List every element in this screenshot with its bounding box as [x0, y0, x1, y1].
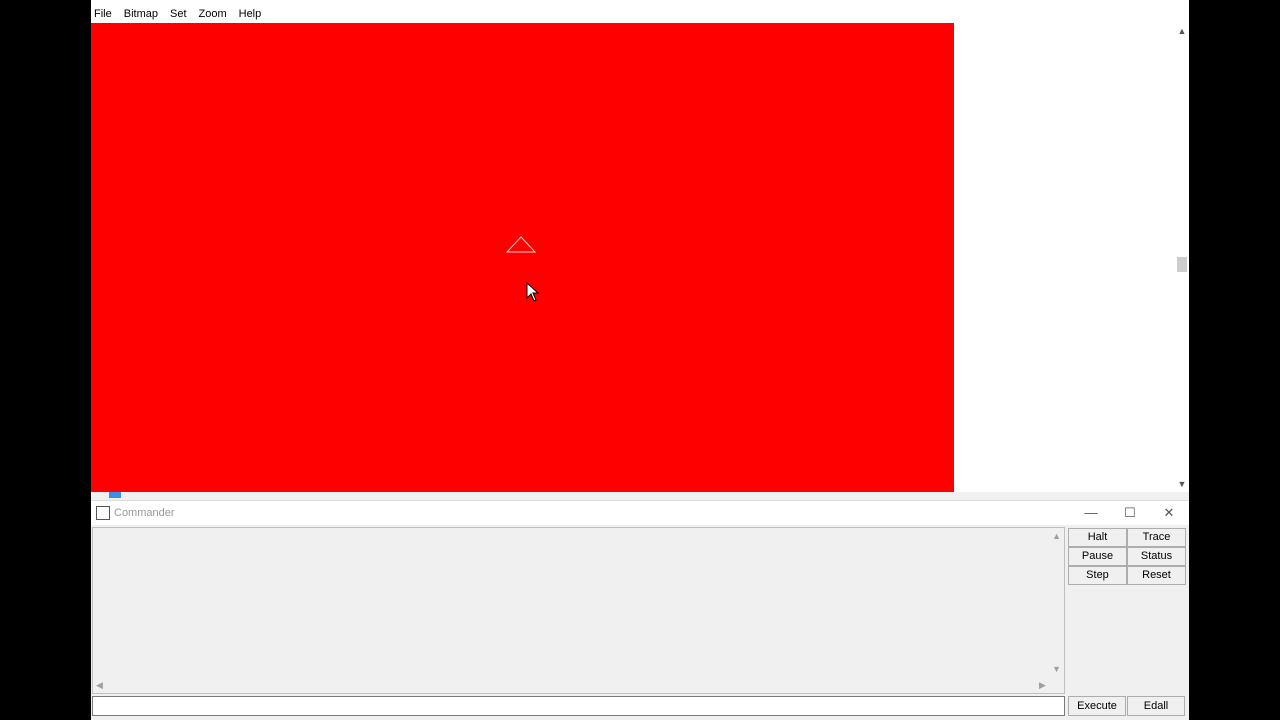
command-input[interactable] [92, 696, 1065, 716]
mouse-pointer-icon [526, 282, 540, 302]
command-button-grid: Halt Trace Pause Status Step Reset [1068, 528, 1186, 585]
maximize-icon[interactable]: ☐ [1115, 503, 1145, 523]
menu-file[interactable]: File [91, 5, 115, 23]
commander-title: Commander [114, 507, 175, 519]
reset-button[interactable]: Reset [1127, 566, 1186, 585]
output-scroll-right-icon[interactable]: ▶ [1039, 680, 1046, 691]
execute-button[interactable]: Execute [1068, 696, 1126, 716]
scroll-indicator [109, 492, 121, 498]
pause-button[interactable]: Pause [1068, 547, 1127, 566]
output-scroll-down-icon[interactable]: ▼ [1052, 664, 1061, 674]
edall-button[interactable]: Edall [1127, 696, 1185, 716]
minimize-icon[interactable]: — [1076, 503, 1106, 523]
horizontal-strip [91, 492, 1189, 500]
turtle-icon [506, 236, 536, 253]
status-button[interactable]: Status [1127, 547, 1186, 566]
trace-button[interactable]: Trace [1127, 528, 1186, 547]
menu-zoom[interactable]: Zoom [196, 5, 230, 23]
menu-bitmap[interactable]: Bitmap [121, 5, 161, 23]
drawing-canvas[interactable] [91, 23, 954, 492]
close-icon[interactable]: ✕ [1154, 503, 1184, 523]
menu-bar: File Bitmap Set Zoom Help [91, 5, 270, 23]
scroll-down-icon[interactable]: ▼ [1177, 479, 1187, 489]
output-scroll-up-icon[interactable]: ▲ [1052, 531, 1061, 541]
commander-app-icon [96, 506, 110, 520]
logo-main-window: File Bitmap Set Zoom Help ▲ ▼ Commander … [91, 0, 1189, 720]
step-button[interactable]: Step [1068, 566, 1127, 585]
output-area[interactable]: ▲ ▼ ◀ ▶ [92, 527, 1065, 694]
vertical-scrollbar[interactable]: ▲ ▼ [1175, 23, 1189, 492]
scroll-up-icon[interactable]: ▲ [1177, 26, 1187, 36]
scroll-thumb[interactable] [1177, 257, 1187, 272]
commander-window: Commander — ☐ ✕ ▲ ▼ ◀ ▶ Halt Trace Pause… [91, 500, 1189, 720]
halt-button[interactable]: Halt [1068, 528, 1127, 547]
commander-titlebar[interactable]: Commander — ☐ ✕ [91, 501, 1189, 525]
output-scroll-left-icon[interactable]: ◀ [96, 680, 103, 691]
menu-set[interactable]: Set [167, 5, 190, 23]
menu-help[interactable]: Help [236, 5, 265, 23]
